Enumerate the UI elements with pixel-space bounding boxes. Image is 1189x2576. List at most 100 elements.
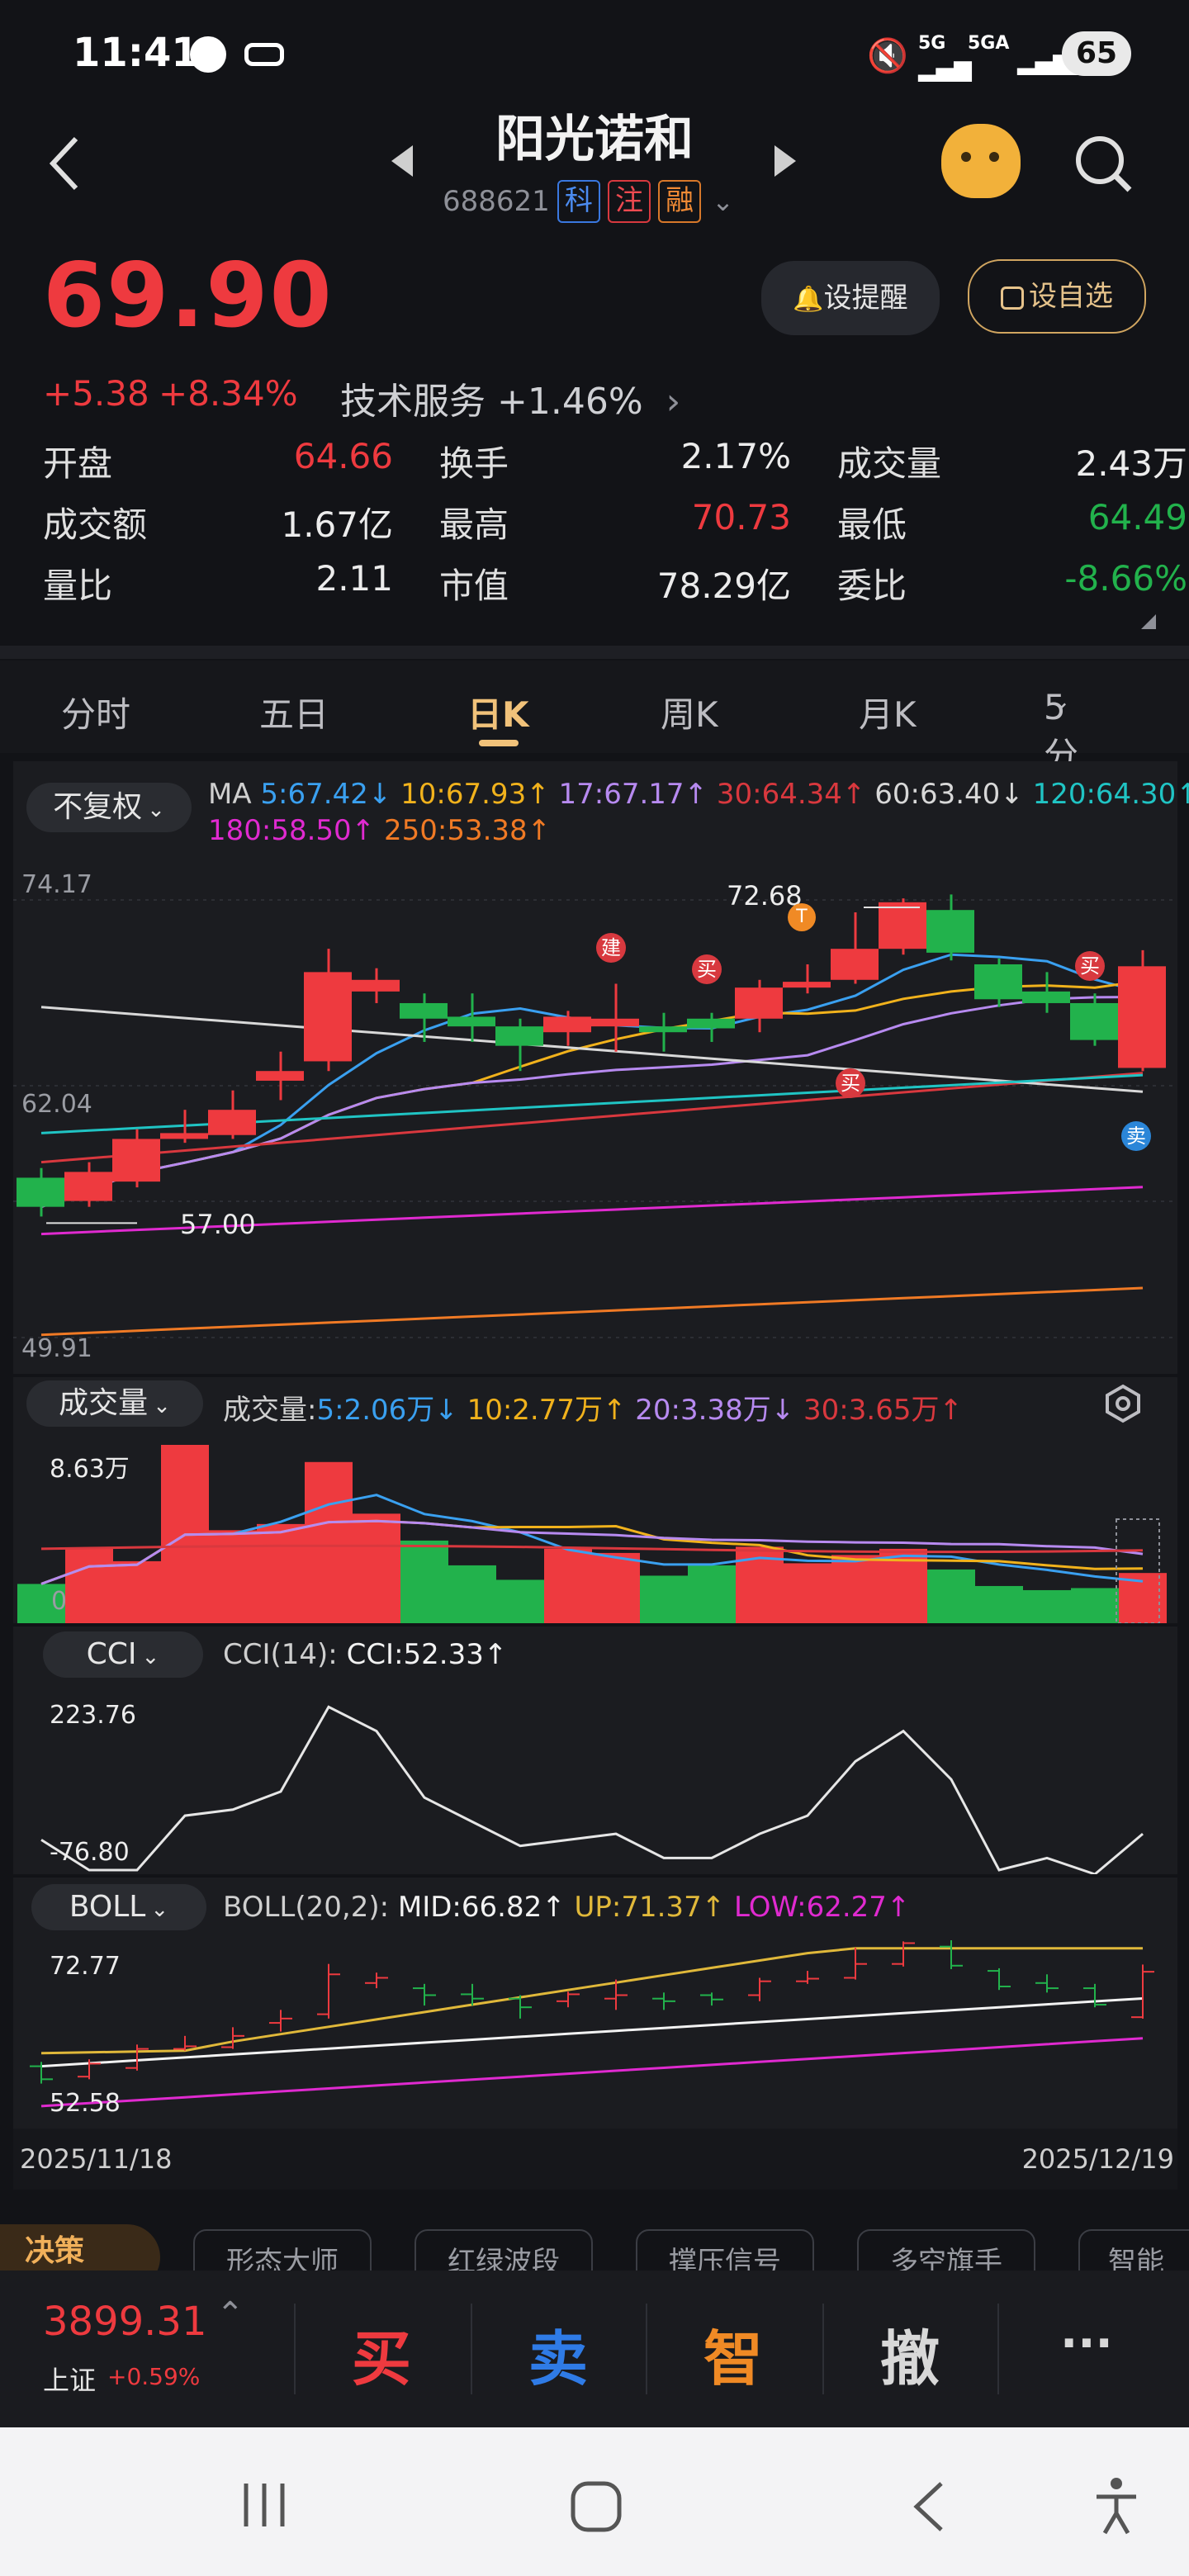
cancel-order-button[interactable]: 撤 xyxy=(880,2310,940,2397)
triangle-right-icon xyxy=(775,145,796,177)
tab-minute[interactable]: 分时 xyxy=(61,687,130,737)
tab-five-day[interactable]: 五日 xyxy=(259,687,329,737)
marker-buy[interactable]: 买 xyxy=(836,1068,865,1098)
vol-ma30: 30:3.65万↑ xyxy=(803,1394,963,1427)
back-button[interactable] xyxy=(43,132,89,195)
app-notification-icon xyxy=(190,36,226,73)
hexagon-settings-icon xyxy=(1106,1384,1140,1423)
add-watchlist-button[interactable]: 设自选 xyxy=(968,259,1146,334)
bar-divider xyxy=(471,2304,472,2394)
candle-body xyxy=(352,979,400,992)
settings-button[interactable] xyxy=(1103,1384,1143,1427)
ma120-line xyxy=(40,1073,1144,1134)
cci-selector[interactable]: CCI ⌄ xyxy=(43,1631,203,1678)
panel-divider xyxy=(13,1874,1177,1878)
y-axis-low: 49.91 xyxy=(21,1334,92,1363)
marker-buy[interactable]: 买 xyxy=(692,954,722,984)
volume-bar xyxy=(975,1585,1023,1623)
cci-legend: CCI(14): CCI:52.33↑ xyxy=(223,1638,507,1671)
chip-red-green-wave[interactable]: 红绿波段 xyxy=(414,2229,593,2271)
index-value[interactable]: 3899.31 xyxy=(43,2299,207,2345)
boll-up: UP:71.37↑ xyxy=(574,1891,726,1924)
system-nav-bar xyxy=(0,2427,1189,2576)
boll-chart[interactable] xyxy=(13,1940,1177,2127)
tag-registered: 注 xyxy=(607,180,651,223)
vol-ma20: 20:3.38万↓ xyxy=(635,1394,795,1427)
chevron-down-icon: ⌄ xyxy=(150,1897,169,1922)
cci-y-min: -76.80 xyxy=(50,1838,130,1867)
candle-body xyxy=(783,982,831,988)
adjust-selector[interactable]: 不复权 ⌄ xyxy=(26,783,192,832)
sector-label: 技术服务 +1.46% xyxy=(340,381,643,423)
volume-bar xyxy=(353,1513,400,1623)
vol-ma10: 10:2.77万↑ xyxy=(467,1394,627,1427)
marker-build[interactable]: 建 xyxy=(596,933,626,963)
stat-label: 换手 xyxy=(439,443,509,484)
sell-button[interactable]: 卖 xyxy=(528,2310,588,2397)
search-button[interactable] xyxy=(1073,134,1133,197)
accessibility-button[interactable] xyxy=(1092,2475,1141,2538)
prev-stock-button[interactable] xyxy=(388,142,416,183)
tab-daily-k[interactable]: 日K xyxy=(467,687,529,737)
marker-t[interactable]: T xyxy=(788,903,816,931)
bar-divider xyxy=(997,2304,999,2394)
y-axis-mid: 62.04 xyxy=(21,1090,92,1119)
ma120-value: 120:64.30↑ xyxy=(1032,778,1189,811)
mascot-icon[interactable] xyxy=(941,124,1021,198)
chevron-down-icon: ⌄ xyxy=(153,1394,171,1418)
chevron-up-icon[interactable]: ⌃ xyxy=(216,2295,244,2333)
expand-corner-icon[interactable] xyxy=(1141,614,1156,629)
candle-body xyxy=(256,1071,304,1081)
chip-pattern-master[interactable]: 形态大师 xyxy=(193,2229,372,2271)
recent-apps-button[interactable] xyxy=(239,2480,289,2533)
chevron-down-icon: ⌄ xyxy=(147,798,165,822)
ma5-value: 5:67.42↓ xyxy=(260,778,392,811)
cci-chart[interactable] xyxy=(13,1684,1177,1874)
back-nav-button[interactable] xyxy=(908,2480,948,2536)
candle-body xyxy=(1118,966,1166,1068)
volume-selector[interactable]: 成交量 ⌄ xyxy=(26,1380,203,1427)
home-button[interactable] xyxy=(570,2480,623,2536)
stat-value: 64.49 xyxy=(1087,497,1187,537)
marker-sell[interactable]: 卖 xyxy=(1121,1121,1151,1151)
volume-y-min: 0 xyxy=(51,1587,68,1616)
index-change: +0.59% xyxy=(107,2363,201,2390)
volume-bar xyxy=(831,1555,879,1623)
set-alert-button[interactable]: 🔔设提醒 xyxy=(761,261,940,335)
cci-line xyxy=(40,1705,1144,1874)
volume-bar xyxy=(688,1565,736,1623)
ma250-value: 250:53.38↑ xyxy=(384,814,552,847)
strategy-chips: 决策 形态大师 红绿波段 撑压信号 多空旗手 智能 xyxy=(0,2224,1189,2271)
buy-button[interactable]: 买 xyxy=(352,2310,411,2397)
chip-support-resistance[interactable]: 撑压信号 xyxy=(636,2229,814,2271)
kline-chart[interactable] xyxy=(13,867,1177,1379)
chevron-down-icon[interactable]: ⌄ xyxy=(712,186,734,217)
chip-smart[interactable]: 智能 xyxy=(1078,2229,1189,2271)
ma10-line xyxy=(40,979,1144,1209)
low-price-label: 57.00 xyxy=(180,1209,256,1240)
decision-chip-label: 决策 xyxy=(25,2234,85,2268)
volume-bar xyxy=(113,1560,161,1623)
next-stock-button[interactable] xyxy=(771,142,799,183)
decision-chip[interactable]: 决策 xyxy=(0,2224,160,2271)
volume-bar xyxy=(927,1569,975,1623)
boll-low: LOW:62.27↑ xyxy=(734,1891,911,1924)
tab-weekly-k[interactable]: 周K xyxy=(661,687,718,737)
stat-label: 成交量 xyxy=(837,443,942,484)
boll-selector[interactable]: BOLL ⌄ xyxy=(31,1884,206,1930)
volume-bar xyxy=(1071,1588,1119,1623)
stats-grid: 开盘 64.66 换手 2.17% 成交量 2.43万 成交额 1.67亿 最高… xyxy=(43,436,1187,618)
volume-chart[interactable] xyxy=(13,1437,1177,1623)
more-button[interactable]: ··· xyxy=(1060,2317,1113,2370)
trade-bar: 3899.31 ⌃ 上证 +0.59% 买 卖 智 撤 ··· xyxy=(0,2271,1189,2427)
candle-body xyxy=(448,1016,495,1027)
sector-link[interactable]: 技术服务 +1.46% › xyxy=(340,372,680,424)
back-arrow-icon xyxy=(913,2482,943,2531)
chip-bull-bear[interactable]: 多空旗手 xyxy=(857,2229,1035,2271)
volume-bar xyxy=(784,1563,831,1623)
smart-button[interactable]: 智 xyxy=(703,2310,763,2397)
candle-body xyxy=(160,1133,208,1139)
tab-monthly-k[interactable]: 月K xyxy=(859,687,917,737)
marker-buy[interactable]: 买 xyxy=(1075,951,1105,981)
set-alert-label: 设提醒 xyxy=(823,282,908,315)
